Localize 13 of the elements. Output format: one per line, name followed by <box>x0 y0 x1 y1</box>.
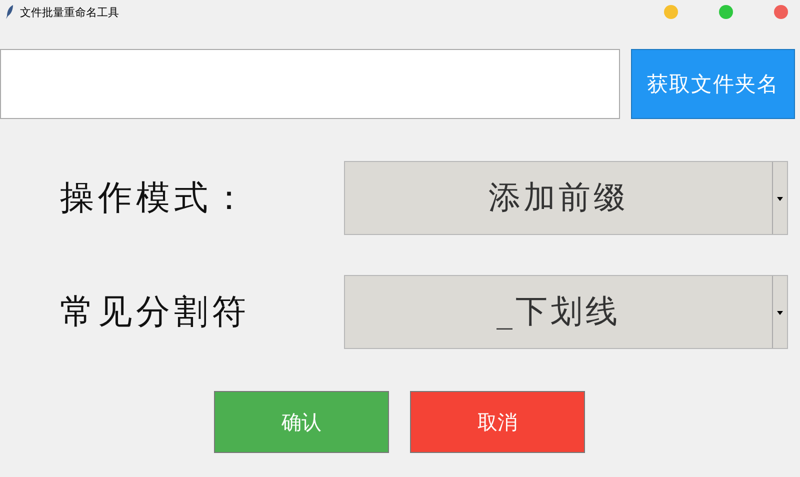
window-title: 文件批量重命名工具 <box>20 4 120 20</box>
maximize-button[interactable] <box>719 5 733 19</box>
field-label: 常见分割符 <box>60 291 251 334</box>
close-button[interactable] <box>774 5 788 19</box>
feather-icon <box>6 5 14 19</box>
cancel-button[interactable]: 取消 <box>410 391 585 453</box>
confirm-button[interactable]: 确认 <box>214 391 389 453</box>
get-folder-button[interactable]: 获取文件夹名 <box>631 49 795 119</box>
dropdown[interactable]: _下划线 <box>344 275 788 349</box>
minimize-button[interactable] <box>664 5 678 19</box>
dropdown[interactable]: 添加前缀 <box>344 161 788 235</box>
field-label: 操作模式： <box>60 177 251 220</box>
folder-input-field[interactable] <box>0 49 620 119</box>
